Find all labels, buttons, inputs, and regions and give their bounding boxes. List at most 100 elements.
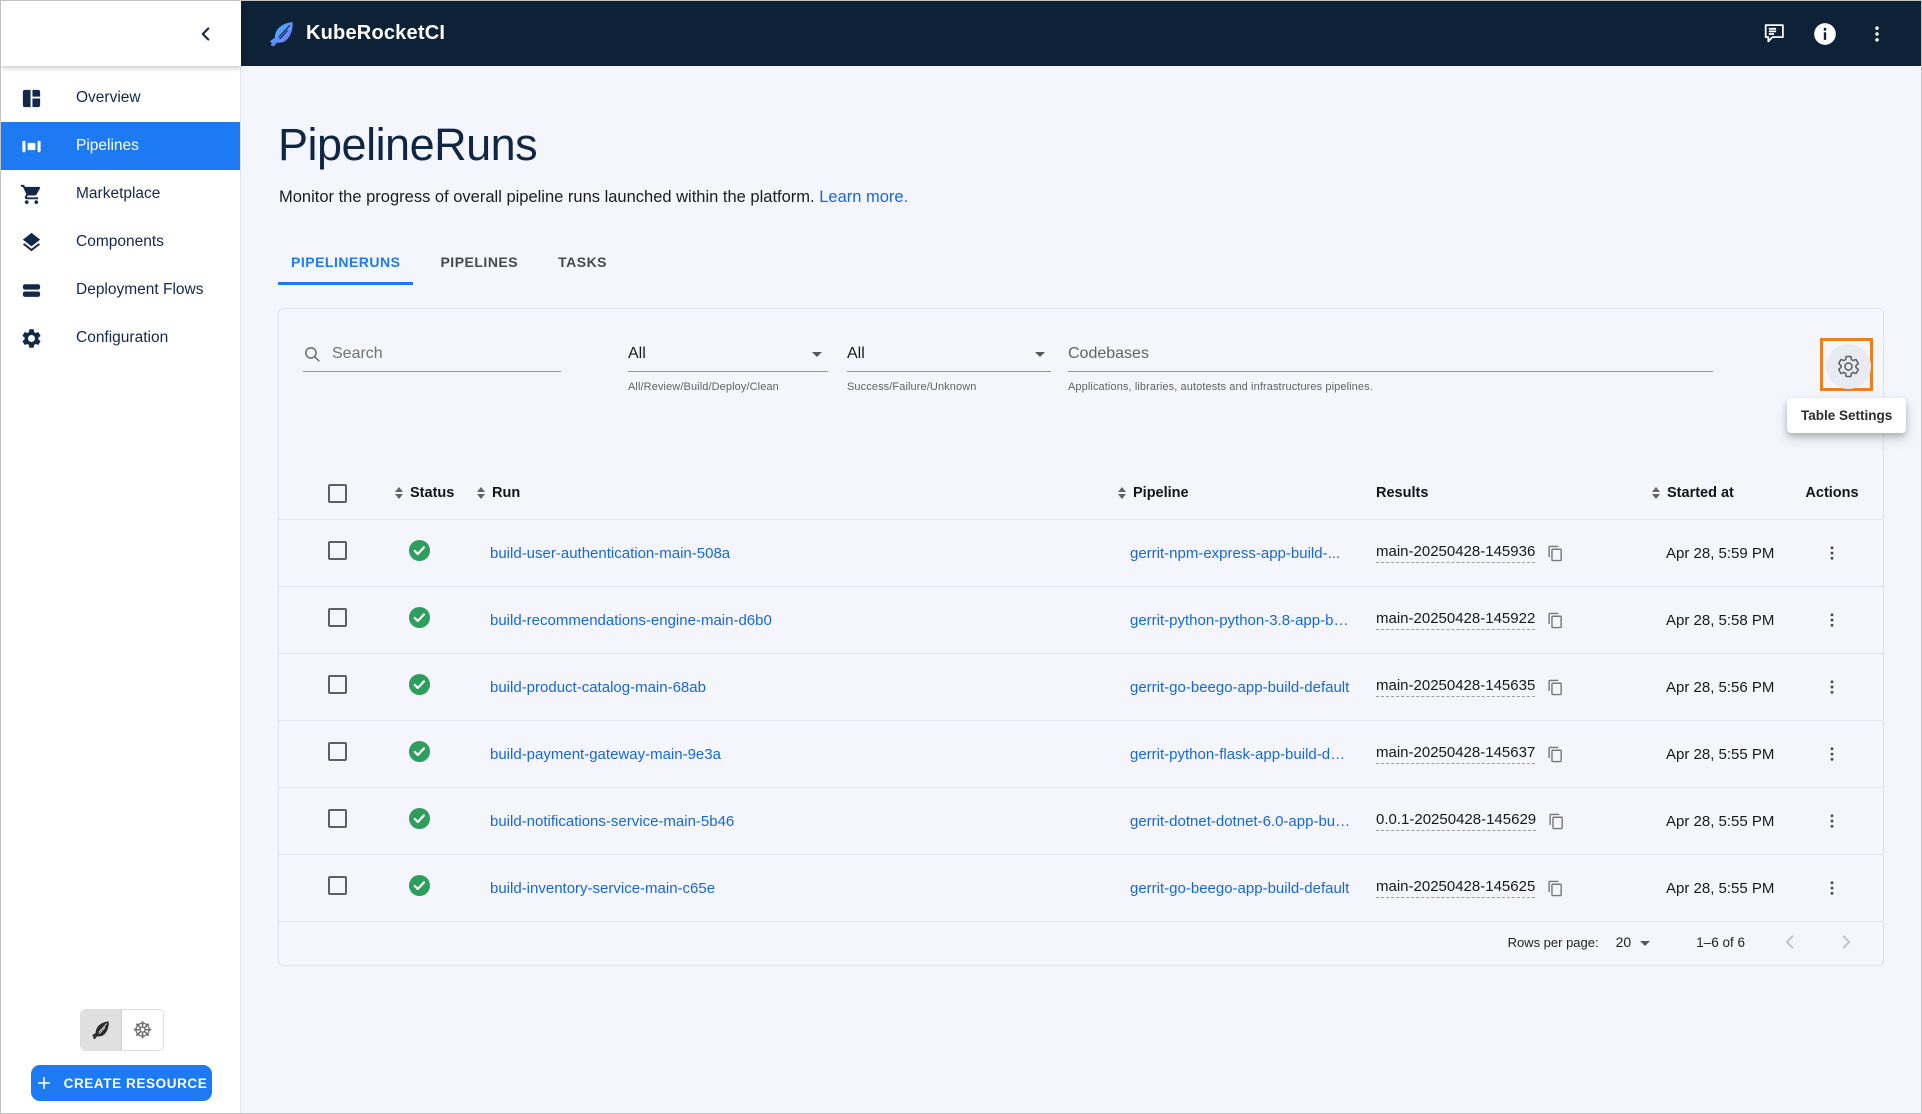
copy-icon[interactable] <box>1547 679 1564 696</box>
row-actions-kebab-icon[interactable] <box>1819 607 1845 633</box>
page-description-text: Monitor the progress of overall pipeline… <box>279 188 815 206</box>
copy-icon[interactable] <box>1547 612 1564 629</box>
kubernetes-wheel-icon: ☸ <box>132 1016 153 1043</box>
row-checkbox[interactable] <box>328 876 347 895</box>
sidebar-item-marketplace[interactable]: Marketplace <box>1 170 240 218</box>
result-value[interactable]: main-20250428-145936 <box>1376 543 1536 563</box>
result-value[interactable]: main-20250428-145922 <box>1376 610 1536 630</box>
result-value[interactable]: main-20250428-145637 <box>1376 744 1536 764</box>
row-checkbox[interactable] <box>328 541 347 560</box>
started-at-value: Apr 28, 5:55 PM <box>1666 812 1775 830</box>
table-row: build-recommendations-engine-main-d6b0 g… <box>279 587 1883 654</box>
status-select[interactable]: All <box>847 337 1051 372</box>
app-window: KubeRocketCI Overview Pipelines Marketpl… <box>0 0 1922 1114</box>
row-checkbox[interactable] <box>328 675 347 694</box>
pipeline-link[interactable]: gerrit-go-beego-app-build-default <box>1130 679 1352 696</box>
sidebar-item-pipelines[interactable]: Pipelines <box>1 122 240 170</box>
table-row: build-user-authentication-main-508a gerr… <box>279 520 1883 587</box>
pipeline-link[interactable]: gerrit-dotnet-dotnet-6.0-app-build-... <box>1130 813 1352 830</box>
column-header-started-at[interactable]: Started at <box>1642 485 1802 501</box>
krci-view-toggle[interactable] <box>81 1010 122 1050</box>
run-link[interactable]: build-inventory-service-main-c65e <box>490 880 1110 897</box>
feedback-chat-icon[interactable] <box>1759 20 1787 48</box>
info-icon[interactable] <box>1811 20 1839 48</box>
pagination-range: 1–6 of 6 <box>1696 934 1745 950</box>
row-actions-kebab-icon[interactable] <box>1819 875 1845 901</box>
next-page-chevron-icon[interactable] <box>1835 931 1857 953</box>
tab-pipelineruns[interactable]: PIPELINERUNS <box>278 244 414 285</box>
run-link[interactable]: build-product-catalog-main-68ab <box>490 679 1110 696</box>
chevron-down-icon <box>1035 351 1045 357</box>
sidebar-item-overview[interactable]: Overview <box>1 74 240 122</box>
row-checkbox[interactable] <box>328 608 347 627</box>
learn-more-link[interactable]: Learn more. <box>819 188 908 206</box>
status-success-icon <box>408 874 431 897</box>
copy-icon[interactable] <box>1547 545 1564 562</box>
main-content: PipelineRuns Monitor the progress of ove… <box>241 66 1921 1113</box>
row-actions-kebab-icon[interactable] <box>1819 674 1845 700</box>
header-kebab-menu-icon[interactable] <box>1863 20 1891 48</box>
status-select-value: All <box>847 345 865 362</box>
select-all-checkbox[interactable] <box>328 483 347 503</box>
marketplace-icon <box>19 182 43 206</box>
sidebar-item-components[interactable]: Components <box>1 218 240 266</box>
tab-tasks[interactable]: TASKS <box>545 244 620 285</box>
view-toggle-group: ☸ <box>80 1009 164 1051</box>
column-header-run[interactable]: Run <box>455 485 1110 501</box>
row-actions-kebab-icon[interactable] <box>1819 741 1845 767</box>
sidebar-header <box>1 1 241 66</box>
sort-icon <box>1652 486 1660 500</box>
run-link[interactable]: build-notifications-service-main-5b46 <box>490 813 1110 830</box>
pipelineruns-table: Status Run Pipeline Results Started at A… <box>279 467 1883 922</box>
result-value[interactable]: main-20250428-145635 <box>1376 677 1536 697</box>
started-at-value: Apr 28, 5:56 PM <box>1666 678 1775 696</box>
row-actions-kebab-icon[interactable] <box>1819 540 1845 566</box>
create-resource-button[interactable]: CREATE RESOURCE <box>31 1065 212 1101</box>
sidebar-item-configuration[interactable]: Configuration <box>1 314 240 362</box>
sort-icon <box>477 486 485 500</box>
result-value[interactable]: 0.0.1-20250428-145629 <box>1376 811 1537 831</box>
gear-icon <box>1837 355 1860 378</box>
copy-icon[interactable] <box>1547 880 1564 897</box>
search-input[interactable] <box>332 345 532 363</box>
pipeline-link[interactable]: gerrit-python-flask-app-build-default <box>1130 746 1352 763</box>
rows-per-page-select[interactable]: 20 <box>1616 934 1651 950</box>
column-header-pipeline[interactable]: Pipeline <box>1110 485 1352 501</box>
row-checkbox[interactable] <box>328 742 347 761</box>
codebases-field[interactable]: Codebases <box>1068 337 1713 372</box>
page-description: Monitor the progress of overall pipeline… <box>279 188 908 207</box>
copy-icon[interactable] <box>1547 746 1564 763</box>
tab-pipelines[interactable]: PIPELINES <box>427 244 531 285</box>
tab-bar: PIPELINERUNS PIPELINES TASKS <box>278 244 634 285</box>
status-success-icon <box>408 539 431 562</box>
result-value[interactable]: main-20250428-145625 <box>1376 878 1536 898</box>
copy-icon[interactable] <box>1548 813 1565 830</box>
sidebar-collapse-chevron-icon[interactable] <box>191 19 221 49</box>
table-settings-button[interactable] <box>1826 344 1871 389</box>
run-link[interactable]: build-payment-gateway-main-9e3a <box>490 746 1110 763</box>
row-actions-kebab-icon[interactable] <box>1819 808 1845 834</box>
kubernetes-view-toggle[interactable]: ☸ <box>122 1010 163 1050</box>
pipeline-link[interactable]: gerrit-go-beego-app-build-default <box>1130 880 1352 897</box>
table-pagination: Rows per page: 20 1–6 of 6 <box>279 919 1883 965</box>
table-body: build-user-authentication-main-508a gerr… <box>279 520 1883 922</box>
row-checkbox[interactable] <box>328 809 347 828</box>
started-at-value: Apr 28, 5:55 PM <box>1666 745 1775 763</box>
configuration-icon <box>19 326 43 350</box>
pipeline-type-select[interactable]: All <box>628 337 828 372</box>
pipeline-link[interactable]: gerrit-npm-express-app-build-... <box>1130 545 1352 562</box>
header-actions <box>1759 1 1891 66</box>
run-link[interactable]: build-user-authentication-main-508a <box>490 545 1110 562</box>
sidebar-item-deployment-flows[interactable]: Deployment Flows <box>1 266 240 314</box>
app-header: KubeRocketCI <box>1 1 1921 66</box>
column-header-status[interactable]: Status <box>375 485 455 501</box>
status-success-icon <box>408 673 431 696</box>
table-row: build-product-catalog-main-68ab gerrit-g… <box>279 654 1883 721</box>
pipelineruns-panel: All All/Review/Build/Deploy/Clean All Su… <box>278 308 1907 966</box>
table-header-row: Status Run Pipeline Results Started at A… <box>279 467 1883 520</box>
rows-per-page-label: Rows per page: <box>1507 934 1599 950</box>
run-link[interactable]: build-recommendations-engine-main-d6b0 <box>490 612 1110 629</box>
sort-icon <box>1118 486 1126 500</box>
previous-page-chevron-icon[interactable] <box>1779 931 1801 953</box>
pipeline-link[interactable]: gerrit-python-python-3.8-app-build-... <box>1130 612 1352 629</box>
